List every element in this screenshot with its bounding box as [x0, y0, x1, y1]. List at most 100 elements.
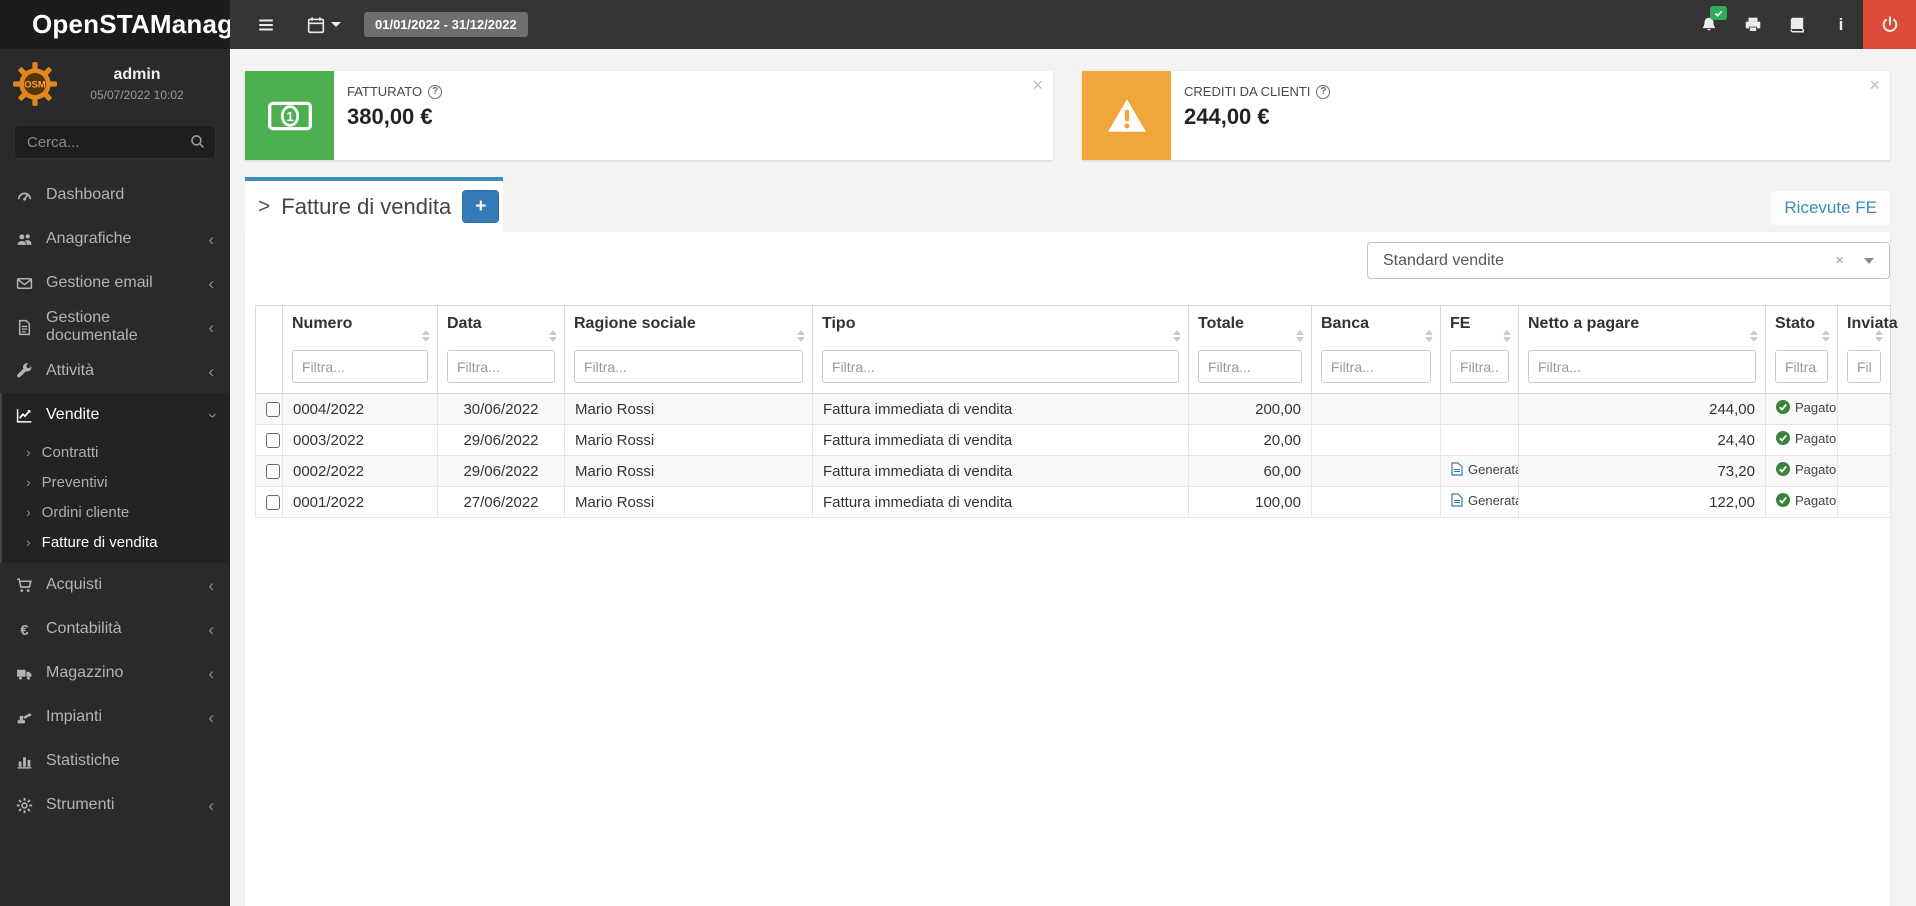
row-checkbox[interactable]: [266, 494, 280, 510]
column-filter-input[interactable]: [1775, 350, 1828, 383]
sort-icon[interactable]: [1173, 330, 1181, 342]
column-header-data[interactable]: Data: [437, 305, 565, 394]
sidebar-item-dashboard[interactable]: Dashboard: [0, 173, 230, 217]
stato-pagato-badge: Pagato: [1776, 431, 1836, 446]
select-clear-icon[interactable]: [1835, 252, 1844, 269]
sort-icon[interactable]: [1750, 330, 1758, 342]
column-header-netto[interactable]: Netto a pagare: [1518, 305, 1766, 394]
sidebar-item-label: Statistiche: [46, 752, 120, 769]
tab-fatture-di-vendita[interactable]: > Fatture di vendita +: [245, 177, 503, 232]
sidebar-item-anagrafiche[interactable]: Anagrafiche ‹: [0, 217, 230, 261]
column-filter-input[interactable]: [447, 350, 555, 383]
column-header-ragione_sociale[interactable]: Ragione sociale: [564, 305, 813, 394]
sidebar-item-statistiche[interactable]: Statistiche: [0, 739, 230, 783]
widget-fatturato: 1 FATTURATO ? 380,00 €: [245, 71, 1053, 160]
app-logo[interactable]: OpenSTAManager: [0, 0, 258, 49]
print-button[interactable]: [1731, 0, 1775, 49]
select-caret-icon[interactable]: [1864, 257, 1874, 264]
cell-banca: [1311, 393, 1441, 425]
column-filter-input[interactable]: [822, 350, 1179, 383]
submenu-item-label: Contratti: [41, 443, 99, 461]
sidebar-search-input[interactable]: [14, 125, 216, 159]
column-filter-input[interactable]: [1321, 350, 1431, 383]
sort-icon[interactable]: [1425, 330, 1433, 342]
invoice-row[interactable]: 0002/2022 29/06/2022 Mario Rossi Fattura im…: [255, 455, 1891, 487]
segment-select[interactable]: Standard vendite: [1367, 242, 1890, 279]
row-checkbox[interactable]: [266, 432, 280, 448]
sort-icon[interactable]: [1822, 330, 1830, 342]
sidebar-group-vendite: Vendite ‹ › Contratti › Preventivi › Ord…: [0, 393, 230, 563]
sort-icon[interactable]: [797, 330, 805, 342]
row-checkbox[interactable]: [266, 401, 280, 417]
info-button[interactable]: i: [1819, 0, 1863, 49]
close-icon[interactable]: [1032, 75, 1043, 96]
sidebar-item-ordini-cliente[interactable]: › Ordini cliente: [0, 497, 230, 527]
widgets-row: 1 FATTURATO ? 380,00 € × CREDITI DA CLIE…: [245, 71, 1890, 160]
column-filter-input[interactable]: [1450, 350, 1509, 383]
column-header-numero[interactable]: Numero: [282, 305, 438, 394]
page-title: Fatture di vendita: [281, 193, 452, 219]
sidebar-item-contratti[interactable]: › Contratti: [0, 437, 230, 467]
sidebar-item-acquisti[interactable]: Acquisti ‹: [0, 563, 230, 607]
sort-icon[interactable]: [1875, 330, 1883, 342]
cart-icon: [17, 577, 32, 592]
column-filter-input[interactable]: [1198, 350, 1302, 383]
sort-icon[interactable]: [422, 330, 430, 342]
sidebar-item-fatture-di-vendita[interactable]: › Fatture di vendita: [0, 527, 230, 557]
user-name[interactable]: admin: [58, 66, 216, 84]
notifications-button[interactable]: [1687, 0, 1731, 49]
sidebar-item-impianti[interactable]: Impianti ‹: [0, 695, 230, 739]
sidebar-item-magazzino[interactable]: Magazzino ‹: [0, 651, 230, 695]
cell-select: [255, 424, 283, 456]
power-icon: [1882, 15, 1897, 32]
column-header-tipo[interactable]: Tipo: [812, 305, 1189, 394]
widget-value: 380,00 €: [347, 104, 433, 129]
tab-ricevute-fe[interactable]: Ricevute FE: [1771, 191, 1890, 225]
column-filter-input[interactable]: [292, 350, 428, 383]
ricevute-fe-link[interactable]: Ricevute FE: [1784, 198, 1877, 217]
column-header-banca[interactable]: Banca: [1311, 305, 1441, 394]
sort-icon[interactable]: [1503, 330, 1511, 342]
column-filter-input[interactable]: [574, 350, 803, 383]
add-invoice-button[interactable]: +: [462, 190, 500, 223]
column-label: Numero: [292, 315, 353, 332]
cell-ragione-sociale: Mario Rossi: [564, 455, 813, 487]
column-header-inviata[interactable]: Inviata: [1837, 305, 1898, 394]
column-filter-input[interactable]: [1847, 350, 1881, 383]
sort-icon[interactable]: [549, 330, 557, 342]
sidebar-item-contabilita[interactable]: € Contabilità ‹: [0, 607, 230, 651]
cell-stato: Pagato: [1765, 393, 1838, 425]
column-header-fe[interactable]: FE: [1440, 305, 1519, 394]
cell-stato: Pagato: [1765, 424, 1838, 456]
sort-icon[interactable]: [1296, 330, 1304, 342]
column-header-stato[interactable]: Stato: [1765, 305, 1838, 394]
invoice-row[interactable]: 0001/2022 27/06/2022 Mario Rossi Fattura im…: [255, 486, 1891, 518]
stato-pagato-badge: Pagato: [1776, 462, 1836, 477]
segment-select-value: Standard vendite: [1383, 251, 1504, 269]
sidebar-item-attivita[interactable]: Attività ‹: [0, 349, 230, 393]
cell-numero: 0002/2022: [282, 455, 438, 487]
logout-button[interactable]: [1863, 0, 1916, 49]
column-label: Netto a pagare: [1528, 315, 1640, 332]
sidebar-item-label: Gestione email: [46, 274, 153, 291]
period-picker-button[interactable]: [296, 0, 352, 49]
sidebar-item-preventivi[interactable]: › Preventivi: [0, 467, 230, 497]
help-icon[interactable]: ?: [428, 84, 443, 99]
sidebar-item-strumenti[interactable]: Strumenti ‹: [0, 783, 230, 827]
invoice-row[interactable]: 0004/2022 30/06/2022 Mario Rossi Fattura im…: [255, 393, 1891, 425]
sidebar-toggle-button[interactable]: [244, 0, 288, 49]
search-icon[interactable]: [189, 133, 206, 150]
column-label: Banca: [1321, 315, 1370, 332]
invoice-row[interactable]: 0003/2022 29/06/2022 Mario Rossi Fattura im…: [255, 424, 1891, 456]
sidebar-item-gestione-email[interactable]: Gestione email ‹: [0, 261, 230, 305]
close-icon[interactable]: [1869, 75, 1880, 96]
column-header-totale[interactable]: Totale: [1188, 305, 1312, 394]
cell-inviata: [1837, 455, 1891, 487]
column-filter-input[interactable]: [1528, 350, 1756, 383]
row-checkbox[interactable]: [266, 463, 280, 479]
chevron-left-icon: ‹: [208, 619, 214, 639]
sidebar-item-gestione-documentale[interactable]: Gestione documentale ‹: [0, 305, 230, 349]
sidebar-item-vendite[interactable]: Vendite ‹: [0, 393, 230, 437]
docs-button[interactable]: [1775, 0, 1819, 49]
help-icon[interactable]: ?: [1316, 84, 1331, 99]
